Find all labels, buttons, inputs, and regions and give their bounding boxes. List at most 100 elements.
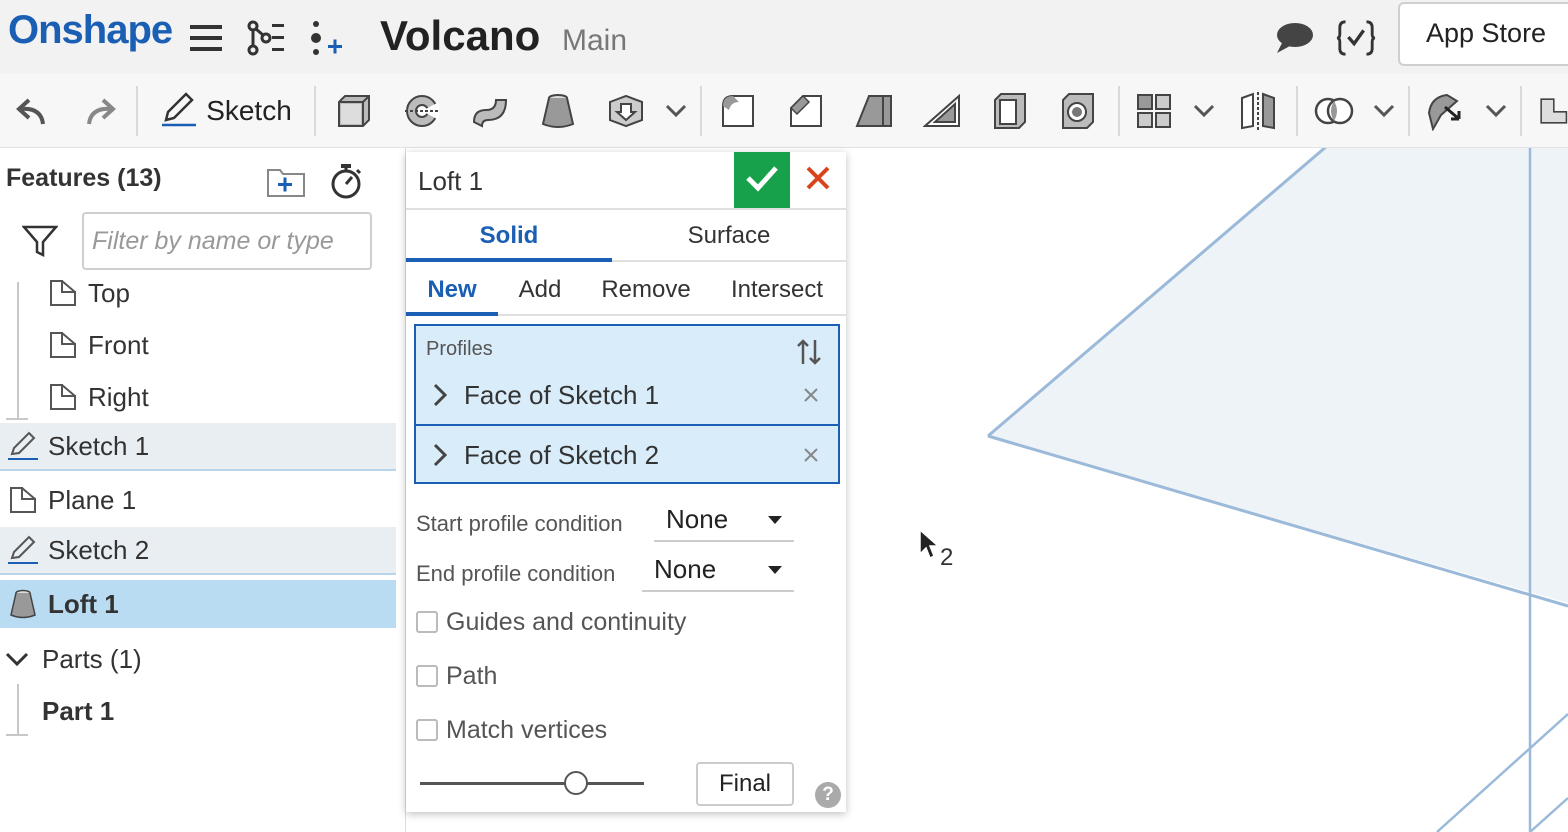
toolbar-separator (1118, 86, 1120, 136)
tab-intersect[interactable]: Intersect (718, 264, 836, 316)
feature-item-top[interactable]: Top (0, 269, 396, 317)
tab-add[interactable]: Add (502, 264, 578, 316)
pattern-icon[interactable] (1134, 88, 1174, 134)
chevron-down-icon[interactable] (1190, 88, 1218, 134)
mirror-icon[interactable] (1238, 88, 1278, 134)
feature-item-sketch-1[interactable]: Sketch 1 (0, 423, 396, 471)
toolbar-separator (1520, 86, 1522, 136)
dropdown-arrow-icon (768, 516, 782, 524)
comment-icon[interactable] (1274, 18, 1314, 58)
feature-label: Sketch 2 (48, 534, 150, 565)
guides-checkbox[interactable] (416, 611, 438, 633)
feature-list-panel: Features (13) Top Front Right (0, 148, 406, 832)
chevron-down-icon[interactable] (1482, 88, 1510, 134)
boolean-icon[interactable] (1312, 88, 1356, 134)
versions-icon[interactable] (246, 18, 286, 58)
dropdown-arrow-icon (768, 566, 782, 574)
shell-icon[interactable] (990, 88, 1030, 134)
insert-feature-icon[interactable] (306, 18, 346, 58)
match-vertices-checkbox[interactable] (416, 719, 438, 741)
parts-header[interactable]: Parts (1) (0, 635, 396, 683)
preview-slider-handle[interactable] (564, 771, 588, 795)
chevron-down-icon[interactable] (1370, 88, 1398, 134)
feature-label: Plane 1 (48, 484, 137, 515)
feature-item-front[interactable]: Front (0, 321, 396, 369)
featurescript-icon[interactable] (1336, 18, 1376, 58)
draft-icon[interactable] (854, 88, 894, 134)
feature-filter-input[interactable] (82, 212, 372, 270)
path-checkbox[interactable] (416, 665, 438, 687)
profiles-selection-box[interactable]: Profiles Face of Sketch 1 Face of Sketch… (414, 324, 840, 484)
loft-icon[interactable] (538, 88, 578, 134)
rib-icon[interactable] (922, 88, 962, 134)
fillet-icon[interactable] (718, 88, 758, 134)
chevron-down-icon[interactable] (662, 88, 690, 134)
stopwatch-icon[interactable] (328, 162, 364, 205)
tab-surface[interactable]: Surface (626, 210, 832, 262)
match-vertices-label[interactable]: Match vertices (446, 716, 607, 745)
remove-icon[interactable] (802, 380, 820, 411)
feature-toolbar: Sketch (0, 74, 1568, 148)
profile-item[interactable]: Face of Sketch 2 (416, 426, 838, 484)
feature-item-right[interactable]: Right (0, 373, 396, 421)
loft-dialog: Loft 1 Solid Surface New Add Remove Inte… (406, 152, 846, 812)
add-folder-icon[interactable] (266, 164, 306, 203)
feature-label: Top (88, 277, 130, 308)
thicken-icon[interactable] (606, 88, 646, 134)
sketch-button[interactable]: Sketch (156, 88, 296, 134)
guides-label[interactable]: Guides and continuity (446, 608, 686, 637)
extrude-icon[interactable] (334, 88, 374, 134)
tree-line (6, 418, 28, 420)
chamfer-icon[interactable] (786, 88, 826, 134)
profile-item[interactable]: Face of Sketch 1 (416, 366, 838, 424)
app-store-button[interactable]: App Store (1398, 2, 1568, 66)
part-item[interactable]: Part 1 (0, 687, 396, 735)
end-condition-select[interactable]: None (642, 548, 794, 592)
mouse-cursor-icon (918, 528, 940, 565)
remove-icon[interactable] (802, 440, 820, 471)
start-condition-value: None (666, 503, 729, 534)
plane-icon (6, 483, 40, 517)
undo-icon[interactable] (12, 88, 52, 134)
menu-icon[interactable] (186, 18, 226, 58)
start-condition-label: Start profile condition (416, 511, 623, 536)
onshape-logo[interactable]: Onshape (8, 8, 173, 53)
close-icon (805, 165, 831, 196)
top-bar: Onshape Volcano Main App Store (0, 0, 1568, 74)
filter-icon[interactable] (21, 224, 59, 263)
cancel-button[interactable] (790, 152, 846, 208)
accept-button[interactable] (734, 152, 790, 208)
start-condition-select[interactable]: None (654, 498, 794, 542)
tab-remove[interactable]: Remove (590, 264, 702, 316)
document-title[interactable]: Volcano (380, 12, 540, 60)
chevron-right-icon[interactable] (416, 383, 464, 407)
chevron-right-icon[interactable] (416, 443, 464, 467)
feature-label: Loft 1 (48, 588, 119, 619)
tab-new[interactable]: New (406, 264, 498, 316)
revolve-icon[interactable] (402, 88, 442, 134)
feature-item-plane-1[interactable]: Plane 1 (0, 476, 396, 524)
redo-icon[interactable] (80, 88, 120, 134)
final-button[interactable]: Final (696, 762, 794, 806)
preview-slider-track[interactable] (420, 782, 644, 785)
sketch-icon (6, 429, 40, 463)
feature-item-loft-1[interactable]: Loft 1 (0, 580, 396, 628)
tab-solid[interactable]: Solid (406, 210, 612, 262)
transform-icon[interactable] (1424, 88, 1468, 134)
sketch-label: Sketch (206, 95, 292, 126)
dialog-title[interactable]: Loft 1 (418, 166, 483, 197)
features-title: Features (13) (6, 164, 162, 192)
path-label[interactable]: Path (446, 662, 497, 691)
checkmark-icon (745, 164, 779, 197)
feature-item-sketch-2[interactable]: Sketch 2 (0, 527, 396, 575)
profiles-label: Profiles (426, 338, 493, 360)
plane-icon[interactable] (1538, 88, 1568, 134)
toolbar-separator (1296, 86, 1298, 136)
sweep-icon[interactable] (470, 88, 510, 134)
hole-icon[interactable] (1058, 88, 1098, 134)
cursor-selection-count: 2 (940, 544, 954, 571)
help-icon[interactable]: ? (815, 782, 841, 808)
end-condition-value: None (654, 553, 717, 584)
branch-name[interactable]: Main (562, 24, 627, 58)
plane-icon (46, 328, 80, 362)
